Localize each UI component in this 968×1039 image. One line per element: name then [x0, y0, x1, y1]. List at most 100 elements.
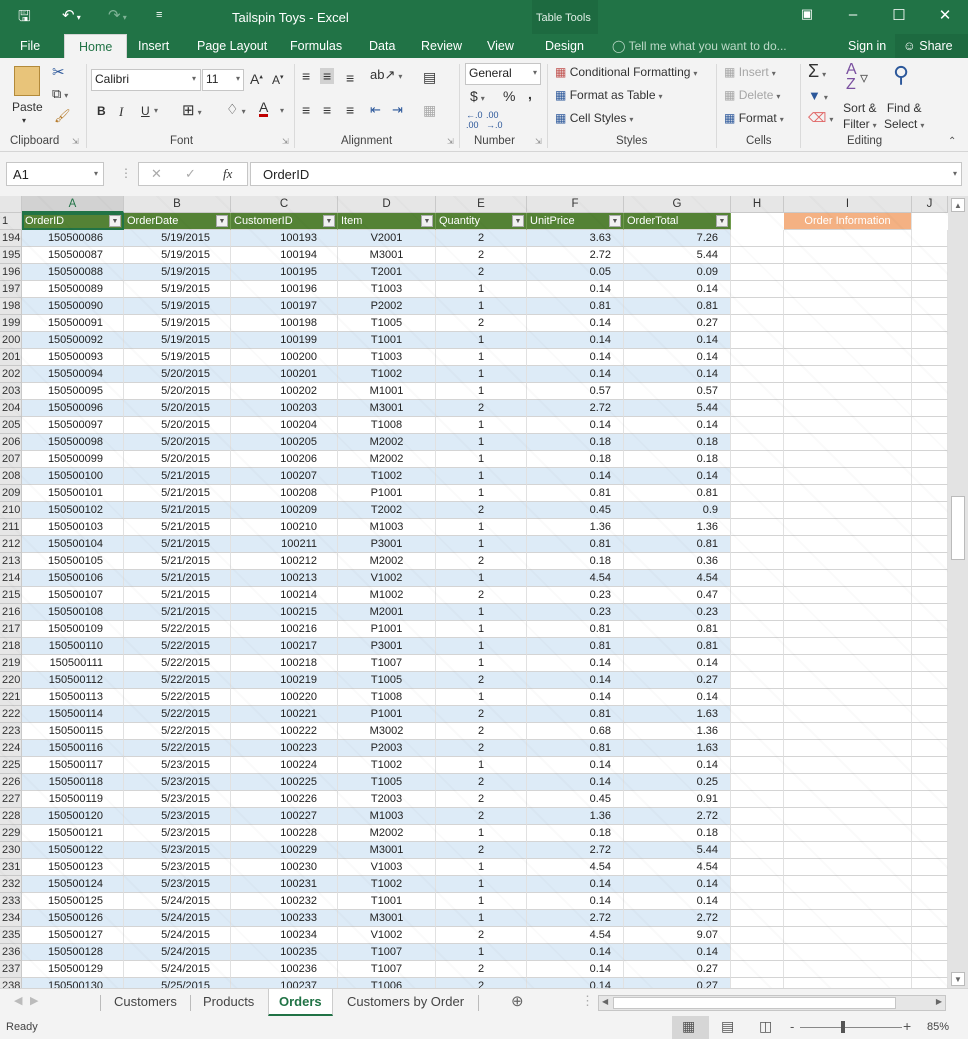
- cell-quantity[interactable]: 1: [436, 859, 527, 876]
- cell-quantity[interactable]: 2: [436, 961, 527, 978]
- ribbon-display-options-icon[interactable]: ▣: [792, 6, 822, 22]
- cell-empty[interactable]: [731, 315, 784, 332]
- cell-unit-price[interactable]: 0.14: [527, 876, 624, 893]
- cell-unit-price[interactable]: 2.72: [527, 400, 624, 417]
- cell-item[interactable]: M2002: [338, 825, 436, 842]
- table-header-customer-id[interactable]: CustomerID ▼: [231, 213, 338, 230]
- cell-empty[interactable]: [912, 978, 948, 988]
- cell-order-date[interactable]: 5/22/2015: [124, 689, 231, 706]
- row-header[interactable]: 220: [0, 672, 22, 689]
- cell-order-date[interactable]: 5/24/2015: [124, 944, 231, 961]
- row-header[interactable]: 204: [0, 400, 22, 417]
- clipboard-launcher-icon[interactable]: ⇲: [72, 137, 79, 146]
- orientation-icon[interactable]: ab↗ ▾: [370, 67, 402, 83]
- cell-empty[interactable]: [912, 672, 948, 689]
- sheet-tab-products[interactable]: Products: [203, 994, 254, 1009]
- cell-item[interactable]: P1001: [338, 706, 436, 723]
- cell-item[interactable]: M2002: [338, 451, 436, 468]
- cell-empty[interactable]: [731, 519, 784, 536]
- cell-empty[interactable]: [731, 723, 784, 740]
- cell-order-id[interactable]: 150500099: [22, 451, 124, 468]
- cell-empty[interactable]: [731, 842, 784, 859]
- cell-quantity[interactable]: 2: [436, 553, 527, 570]
- cell-customer-id[interactable]: 100198: [231, 315, 338, 332]
- cell-empty[interactable]: [731, 910, 784, 927]
- cell-unit-price[interactable]: 0.81: [527, 621, 624, 638]
- paste-button[interactable]: Paste: [12, 100, 43, 114]
- cell-order-id[interactable]: 150500122: [22, 842, 124, 859]
- cell-item[interactable]: M2001: [338, 604, 436, 621]
- name-box[interactable]: A1 ▾: [6, 162, 104, 186]
- align-right-icon[interactable]: ≡: [346, 102, 354, 118]
- cell-item[interactable]: T1008: [338, 417, 436, 434]
- cell-order-total[interactable]: 0.27: [624, 672, 731, 689]
- cell-customer-id[interactable]: 100201: [231, 366, 338, 383]
- cell-empty[interactable]: [731, 451, 784, 468]
- row-header[interactable]: 229: [0, 825, 22, 842]
- cell-customer-id[interactable]: 100229: [231, 842, 338, 859]
- cell-unit-price[interactable]: 0.14: [527, 366, 624, 383]
- cell-customer-id[interactable]: 100230: [231, 859, 338, 876]
- horizontal-scroll-thumb[interactable]: [613, 997, 896, 1009]
- table-header-quantity[interactable]: Quantity ▼: [436, 213, 527, 230]
- cell-customer-id[interactable]: 100196: [231, 281, 338, 298]
- cell-empty[interactable]: [731, 978, 784, 988]
- scroll-up-button[interactable]: ▲: [951, 198, 965, 212]
- cell-quantity[interactable]: 1: [436, 757, 527, 774]
- align-left-icon[interactable]: ≡: [302, 102, 310, 118]
- cell-order-date[interactable]: 5/23/2015: [124, 808, 231, 825]
- cell-order-total[interactable]: 0.91: [624, 791, 731, 808]
- cell-empty[interactable]: [912, 315, 948, 332]
- cell-order-id[interactable]: 150500112: [22, 672, 124, 689]
- cell-empty[interactable]: [912, 281, 948, 298]
- cell-customer-id[interactable]: 100194: [231, 247, 338, 264]
- cell-order-id[interactable]: 150500094: [22, 366, 124, 383]
- cell-order-id[interactable]: 150500129: [22, 961, 124, 978]
- cell-empty[interactable]: [784, 536, 912, 553]
- cell-order-date[interactable]: 5/23/2015: [124, 859, 231, 876]
- find-select-button[interactable]: Find & Select ▾: [884, 100, 924, 134]
- enter-icon[interactable]: ✓: [185, 166, 196, 182]
- page-layout-view-icon[interactable]: ▤: [721, 1018, 734, 1035]
- cell-empty[interactable]: [912, 706, 948, 723]
- cell-empty[interactable]: [784, 961, 912, 978]
- row-header[interactable]: 217: [0, 621, 22, 638]
- cell-customer-id[interactable]: 100220: [231, 689, 338, 706]
- cell-item[interactable]: P1001: [338, 485, 436, 502]
- cell-order-total[interactable]: 0.14: [624, 876, 731, 893]
- cell-unit-price[interactable]: 0.14: [527, 468, 624, 485]
- cell-empty[interactable]: [784, 519, 912, 536]
- undo-icon[interactable]: ↶ ▾: [62, 6, 81, 24]
- paste-dropdown-icon[interactable]: ▾: [22, 116, 26, 125]
- cell-quantity[interactable]: 1: [436, 332, 527, 349]
- cell-order-id[interactable]: 150500127: [22, 927, 124, 944]
- cell-customer-id[interactable]: 100225: [231, 774, 338, 791]
- cell-customer-id[interactable]: 100207: [231, 468, 338, 485]
- column-header-f[interactable]: F: [527, 196, 624, 213]
- cell-item[interactable]: M3002: [338, 723, 436, 740]
- cell-quantity[interactable]: 2: [436, 706, 527, 723]
- cell-item[interactable]: P2002: [338, 298, 436, 315]
- cell-item[interactable]: V1002: [338, 927, 436, 944]
- cell-order-id[interactable]: 150500091: [22, 315, 124, 332]
- save-icon[interactable]: 🖫: [18, 6, 31, 31]
- cell-order-id[interactable]: 150500089: [22, 281, 124, 298]
- cell-order-total[interactable]: 0.81: [624, 298, 731, 315]
- row-header[interactable]: 218: [0, 638, 22, 655]
- insert-function-button[interactable]: fx: [223, 166, 232, 182]
- cell-order-date[interactable]: 5/22/2015: [124, 638, 231, 655]
- cell-unit-price[interactable]: 0.81: [527, 638, 624, 655]
- cell-unit-price[interactable]: 0.81: [527, 536, 624, 553]
- cell-empty[interactable]: [784, 893, 912, 910]
- cell-empty[interactable]: [912, 332, 948, 349]
- cell-customer-id[interactable]: 100208: [231, 485, 338, 502]
- cell-customer-id[interactable]: 100211: [231, 536, 338, 553]
- borders-icon[interactable]: ⊞ ▾: [182, 101, 202, 119]
- cell-customer-id[interactable]: 100193: [231, 230, 338, 247]
- cell-empty[interactable]: [731, 893, 784, 910]
- cell-order-date[interactable]: 5/19/2015: [124, 230, 231, 247]
- delete-cells-button[interactable]: ▦ Delete ▾: [724, 88, 780, 102]
- increase-indent-icon[interactable]: ⇥: [392, 102, 403, 118]
- cell-order-date[interactable]: 5/21/2015: [124, 468, 231, 485]
- column-header-b[interactable]: B: [124, 196, 231, 213]
